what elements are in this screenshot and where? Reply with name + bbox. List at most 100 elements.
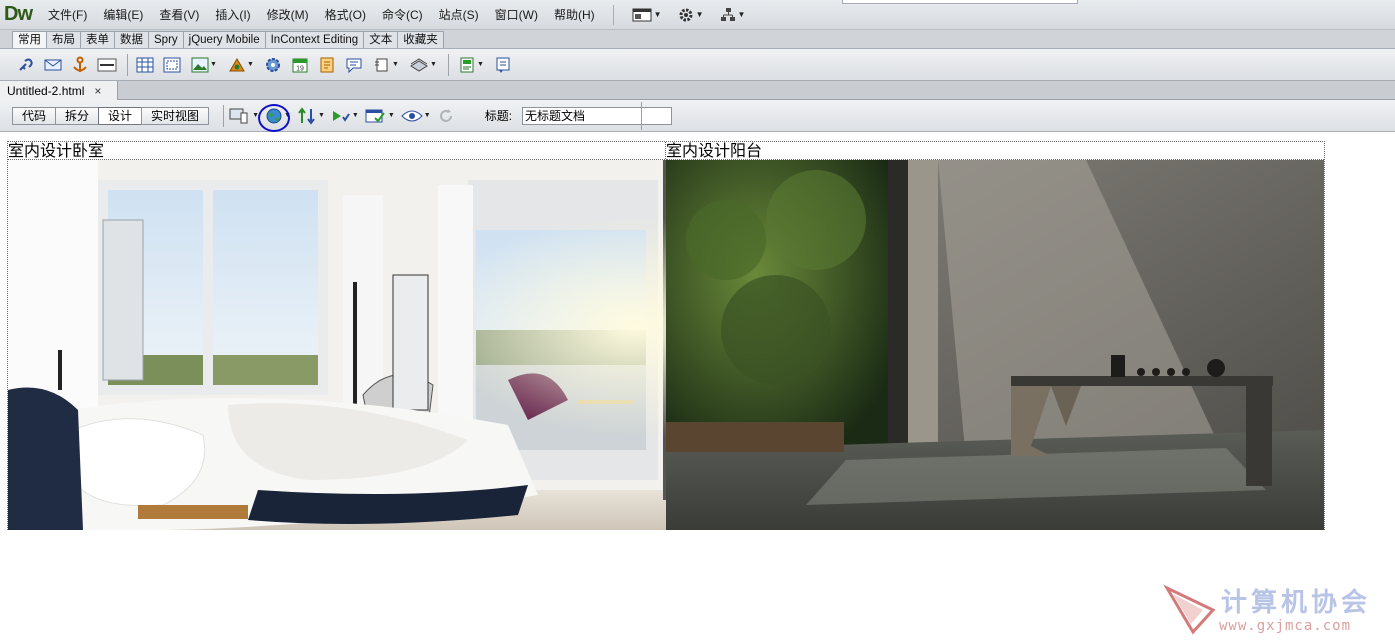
menu-window[interactable]: 窗口(W) bbox=[487, 6, 546, 23]
named-anchor-button[interactable] bbox=[68, 54, 92, 76]
visual-aids-button[interactable]: ▼ bbox=[401, 105, 431, 127]
chevron-down-icon: ▼ bbox=[317, 112, 325, 119]
watermark: 计算机协会 www.gxjmca.com bbox=[1163, 578, 1393, 640]
browser-check-icon bbox=[365, 109, 385, 123]
live-view-button[interactable]: 实时视图 bbox=[141, 106, 210, 125]
app-logo: Dw bbox=[4, 3, 33, 25]
tab-forms[interactable]: 表单 bbox=[80, 31, 115, 48]
watermark-logo bbox=[1163, 584, 1216, 635]
images-button[interactable]: ▼ bbox=[187, 54, 221, 76]
refresh-design-view-button[interactable] bbox=[437, 105, 455, 127]
tab-incontext-editing[interactable]: InContext Editing bbox=[264, 31, 365, 48]
tab-layout[interactable]: 布局 bbox=[46, 31, 81, 48]
menu-commands[interactable]: 命令(C) bbox=[374, 6, 431, 23]
date-button[interactable]: 19 bbox=[288, 54, 312, 76]
comment-button[interactable] bbox=[342, 54, 366, 76]
balcony-photo bbox=[666, 160, 1324, 530]
script-button[interactable]: ▼ bbox=[406, 54, 440, 76]
chevron-down-icon: ▼ bbox=[252, 112, 259, 119]
tab-spry[interactable]: Spry bbox=[148, 31, 184, 48]
extensions-menu-button[interactable]: ▼ bbox=[678, 7, 704, 23]
hyperlink-button[interactable] bbox=[14, 54, 38, 76]
tab-text[interactable]: 文本 bbox=[363, 31, 399, 48]
tab-data[interactable]: 数据 bbox=[114, 31, 149, 48]
file-transfer-icon bbox=[298, 106, 315, 125]
horizontal-rule-icon bbox=[97, 58, 117, 71]
design-canvas[interactable]: 室内设计卧室 室内设计阳台 计算机协会 www.gxjmca.com bbox=[0, 133, 1395, 644]
split-view-button[interactable]: 拆分 bbox=[55, 106, 100, 125]
check-browser-compatibility-button[interactable]: ▼ bbox=[365, 105, 395, 127]
tab-favorites[interactable]: 收藏夹 bbox=[397, 31, 444, 48]
menu-format[interactable]: 格式(O) bbox=[317, 6, 374, 23]
document-tab[interactable]: Untitled-2.html × bbox=[0, 81, 118, 100]
horizontal-rule-button[interactable] bbox=[95, 54, 119, 76]
table-cell-balcony[interactable]: 室内设计阳台 bbox=[666, 142, 1324, 530]
menu-insert[interactable]: 插入(I) bbox=[207, 6, 258, 23]
balcony-caption: 室内设计阳台 bbox=[666, 142, 1324, 160]
design-view-button[interactable]: 设计 bbox=[98, 106, 143, 125]
insert-panel-tabs: 常用 布局 表单 数据 Spry jQuery Mobile InContext… bbox=[0, 30, 1395, 48]
document-tab-bar: Untitled-2.html × bbox=[0, 81, 1395, 100]
script-icon bbox=[410, 57, 428, 72]
watermark-url: www.gxjmca.com bbox=[1219, 618, 1352, 634]
tab-common[interactable]: 常用 bbox=[12, 31, 47, 48]
menu-file[interactable]: 文件(F) bbox=[40, 6, 95, 23]
comment-icon bbox=[346, 58, 362, 73]
site-menu-button[interactable]: ▼ bbox=[720, 7, 746, 23]
widget-button[interactable] bbox=[261, 54, 285, 76]
title-label: 标题: bbox=[484, 109, 513, 123]
menu-edit[interactable]: 编辑(E) bbox=[95, 6, 151, 23]
div-icon bbox=[163, 57, 181, 72]
insert-div-button[interactable] bbox=[160, 54, 184, 76]
document-title-input[interactable] bbox=[522, 106, 673, 125]
globe-icon bbox=[266, 108, 282, 123]
hyperlink-icon bbox=[19, 58, 33, 71]
chevron-down-icon: ▼ bbox=[695, 10, 704, 19]
code-view-button[interactable]: 代码 bbox=[12, 106, 57, 125]
chevron-down-icon: ▼ bbox=[284, 112, 291, 119]
anchor-icon bbox=[73, 56, 87, 72]
tag-chooser-button[interactable] bbox=[491, 54, 515, 76]
toolbar-divider bbox=[641, 102, 642, 130]
chevron-down-icon: ▼ bbox=[737, 10, 746, 19]
chevron-down-icon: ▼ bbox=[477, 61, 484, 68]
calendar-icon: 19 bbox=[292, 58, 308, 72]
server-include-icon bbox=[320, 57, 334, 72]
toolbar-divider bbox=[223, 104, 225, 127]
head-button[interactable]: ▼ bbox=[369, 54, 403, 76]
insert-toolbar: ▼ ▼ 19 ▼ ▼ ▼ bbox=[0, 48, 1395, 81]
media-button[interactable]: ▼ bbox=[224, 54, 258, 76]
watermark-text: 计算机协会 bbox=[1221, 588, 1372, 618]
menu-bar: Dw 文件(F) 编辑(E) 查看(V) 插入(I) 修改(M) 格式(O) 命… bbox=[0, 0, 1395, 30]
menu-help[interactable]: 帮助(H) bbox=[546, 6, 603, 23]
help-search-input[interactable] bbox=[842, 0, 1078, 4]
layout-table[interactable]: 室内设计卧室 室内设计阳台 bbox=[7, 141, 1325, 530]
multiscreen-button[interactable]: ▼ bbox=[229, 105, 259, 127]
refresh-icon bbox=[439, 108, 452, 122]
file-management-button[interactable]: ▼ bbox=[297, 105, 325, 127]
gear-icon bbox=[679, 8, 693, 21]
layout-menu-button[interactable]: ▼ bbox=[632, 8, 662, 22]
chevron-down-icon: ▼ bbox=[351, 112, 359, 119]
menu-modify[interactable]: 修改(M) bbox=[259, 6, 317, 23]
templates-button[interactable]: ▼ bbox=[454, 54, 488, 76]
w3c-validation-button[interactable]: ▼ bbox=[331, 105, 359, 127]
email-link-button[interactable] bbox=[41, 54, 65, 76]
menu-site[interactable]: 站点(S) bbox=[431, 6, 487, 23]
eye-icon bbox=[401, 110, 423, 121]
preview-in-browser-button[interactable]: ▼ bbox=[265, 105, 291, 127]
table-cell-bedroom[interactable]: 室内设计卧室 bbox=[8, 142, 666, 530]
image-icon bbox=[191, 57, 209, 72]
server-side-include-button[interactable] bbox=[315, 54, 339, 76]
multiscreen-icon bbox=[229, 108, 248, 123]
head-icon bbox=[375, 58, 388, 71]
close-icon[interactable]: × bbox=[94, 84, 101, 98]
table-button[interactable] bbox=[133, 54, 157, 76]
template-icon bbox=[460, 57, 474, 72]
tab-jquery-mobile[interactable]: jQuery Mobile bbox=[182, 31, 266, 48]
bedroom-image[interactable] bbox=[8, 160, 666, 530]
menu-view[interactable]: 查看(V) bbox=[151, 6, 207, 23]
table-icon bbox=[136, 57, 154, 72]
balcony-image[interactable] bbox=[666, 160, 1324, 530]
chevron-down-icon: ▼ bbox=[247, 61, 254, 68]
